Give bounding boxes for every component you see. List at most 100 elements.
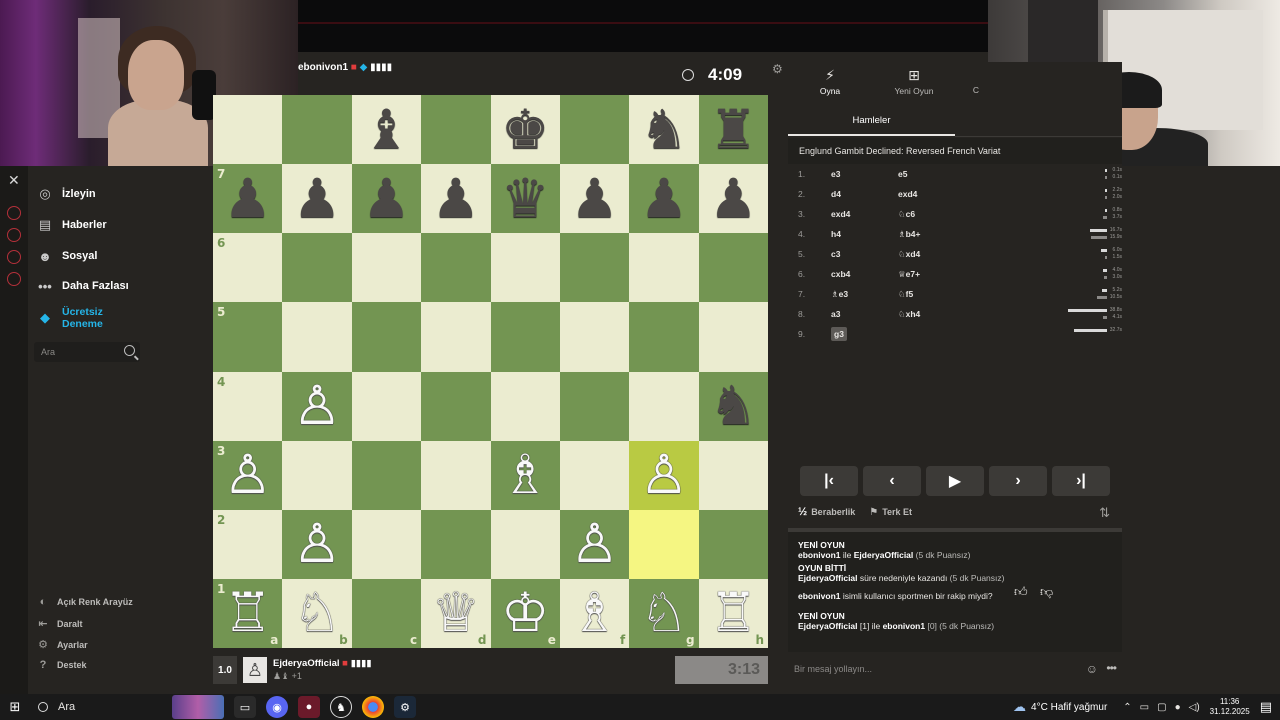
chat-player[interactable]: ebonivon1 xyxy=(798,591,841,601)
board-square[interactable] xyxy=(282,95,352,165)
close-icon[interactable]: ✕ xyxy=(8,172,20,189)
more-options-icon[interactable]: ••• xyxy=(1106,661,1117,675)
black-piece-icon[interactable]: ♟ xyxy=(709,171,757,226)
microphone-icon[interactable]: ● xyxy=(1175,702,1181,713)
board-square[interactable]: ♟ xyxy=(698,164,768,234)
board-square[interactable] xyxy=(559,233,630,303)
board-square[interactable] xyxy=(698,233,768,303)
volume-icon[interactable]: ◁) xyxy=(1189,702,1200,713)
board-square[interactable] xyxy=(629,509,699,579)
board-square[interactable]: ♟ xyxy=(629,164,699,234)
next-move-button[interactable]: › xyxy=(989,466,1047,496)
board-square[interactable]: ♗ xyxy=(490,440,560,510)
prev-move-button[interactable]: ‹ xyxy=(863,466,921,496)
board-square[interactable] xyxy=(351,509,422,579)
discord-icon[interactable]: ◉ xyxy=(266,696,288,718)
board-square[interactable]: ♟ xyxy=(282,164,352,234)
sidebar-item-news[interactable]: ▤ Haberler xyxy=(36,217,107,233)
white-piece-icon[interactable]: ♖ xyxy=(223,586,271,640)
board-square[interactable]: h ♖ xyxy=(698,578,768,648)
white-move[interactable]: cxb4 xyxy=(831,269,898,279)
board-square[interactable] xyxy=(282,440,352,510)
task-view-icon[interactable]: ▭ xyxy=(234,696,256,718)
chrome-icon[interactable] xyxy=(362,696,384,718)
board-square[interactable]: d ♕ xyxy=(421,578,491,648)
board-square[interactable] xyxy=(421,440,491,510)
black-piece-icon[interactable]: ♞ xyxy=(709,379,757,433)
board-square[interactable]: 2 xyxy=(213,509,283,579)
board-square[interactable]: ♙ xyxy=(282,371,352,441)
black-piece-icon[interactable]: ♟ xyxy=(640,171,688,226)
board-square[interactable]: ♙ xyxy=(559,509,630,579)
chat-player[interactable]: EjderyaOfficial xyxy=(798,573,858,583)
search-icon[interactable] xyxy=(124,345,135,356)
bottom-player-name[interactable]: EjderyaOfficial ■ ▮▮▮▮ xyxy=(273,658,371,669)
sidebar-item-free-trial[interactable]: ◆ Ücretsiz Deneme xyxy=(36,306,122,330)
white-piece-icon[interactable]: ♙ xyxy=(293,379,341,433)
white-piece-icon[interactable]: ♙ xyxy=(223,448,271,502)
board-square[interactable] xyxy=(351,440,422,510)
board-square[interactable] xyxy=(698,302,768,372)
board-square[interactable]: g ♘ xyxy=(629,578,699,648)
board-square[interactable] xyxy=(351,302,422,372)
support-button[interactable]: ? Destek xyxy=(36,659,87,671)
board-square[interactable] xyxy=(698,440,768,510)
sidebar-item-social[interactable]: ☻ Sosyal xyxy=(36,248,97,264)
taskbar-search[interactable]: Ara xyxy=(30,694,166,720)
board-square[interactable]: ♝ xyxy=(351,95,422,165)
avatar[interactable]: ♙ xyxy=(243,657,267,683)
board-square[interactable] xyxy=(490,509,560,579)
white-piece-icon[interactable]: ♙ xyxy=(293,517,341,571)
record-icon[interactable] xyxy=(7,206,21,220)
board-square[interactable] xyxy=(559,440,630,510)
thumbs-up-icon[interactable]: 👍︎ xyxy=(1014,585,1028,598)
board-square[interactable] xyxy=(213,95,283,165)
black-piece-icon[interactable]: ♚ xyxy=(501,102,549,157)
board-square[interactable]: 6 xyxy=(213,233,283,303)
chat-player[interactable]: EjderyaOfficial xyxy=(798,621,858,631)
board-square[interactable]: 7 ♟ xyxy=(213,164,283,234)
white-piece-icon[interactable]: ♖ xyxy=(709,586,757,640)
board-square[interactable] xyxy=(629,302,699,372)
weather-text[interactable]: 4°C Hafif yağmur xyxy=(1031,702,1107,713)
black-piece-icon[interactable]: ♞ xyxy=(640,102,688,157)
white-move[interactable]: d4 xyxy=(831,189,898,199)
white-piece-icon[interactable]: ♙ xyxy=(570,517,618,571)
board-square[interactable] xyxy=(490,233,560,303)
board-square[interactable] xyxy=(559,302,630,372)
white-piece-icon[interactable]: ♗ xyxy=(570,586,618,640)
board-square[interactable] xyxy=(421,509,491,579)
board-square[interactable]: 5 xyxy=(213,302,283,372)
sidebar-item-more[interactable]: ••• Daha Fazlası xyxy=(36,278,128,294)
emoji-icon[interactable]: ☺ xyxy=(1086,662,1098,676)
board-square[interactable] xyxy=(351,233,422,303)
chat-player[interactable]: ebonivon1 xyxy=(798,550,841,560)
board-square[interactable] xyxy=(421,95,491,165)
white-piece-icon[interactable]: ♗ xyxy=(501,448,549,502)
chess-app-icon[interactable]: ♞ xyxy=(330,696,352,718)
chat-player[interactable]: ebonivon1 xyxy=(883,621,926,631)
board-square[interactable] xyxy=(559,95,630,165)
draw-button[interactable]: Beraberlik xyxy=(811,507,855,517)
chat-icon[interactable] xyxy=(7,250,21,264)
board-square[interactable]: 1 a ♖ xyxy=(213,578,283,648)
board-square[interactable]: ♟ xyxy=(559,164,630,234)
board-square[interactable] xyxy=(698,509,768,579)
white-move[interactable]: g3 xyxy=(831,327,898,341)
top-player-name[interactable]: ebonivon1 ■ ◆ ▮▮▮▮ xyxy=(298,62,392,73)
chat-player[interactable]: EjderyaOfficial xyxy=(854,550,914,560)
white-move[interactable]: ♗e3 xyxy=(831,289,898,300)
board-square[interactable]: f ♗ xyxy=(559,578,630,648)
white-piece-icon[interactable]: ♔ xyxy=(501,586,549,640)
board-square[interactable]: ♟ xyxy=(351,164,422,234)
collapse-button[interactable]: ⇤ Daralt xyxy=(36,617,82,630)
clock-date[interactable]: 11:36 31.12.2025 xyxy=(1210,697,1250,717)
board-square[interactable] xyxy=(629,233,699,303)
play-button[interactable]: ▶ xyxy=(926,466,984,496)
board-square[interactable]: ♜ xyxy=(698,95,768,165)
notification-icon[interactable]: ▤ xyxy=(1260,699,1272,715)
board-square[interactable] xyxy=(421,233,491,303)
board-square[interactable]: 4 xyxy=(213,371,283,441)
sidebar-item-watch[interactable]: ◎ İzleyin xyxy=(36,186,95,202)
board-square[interactable] xyxy=(559,371,630,441)
